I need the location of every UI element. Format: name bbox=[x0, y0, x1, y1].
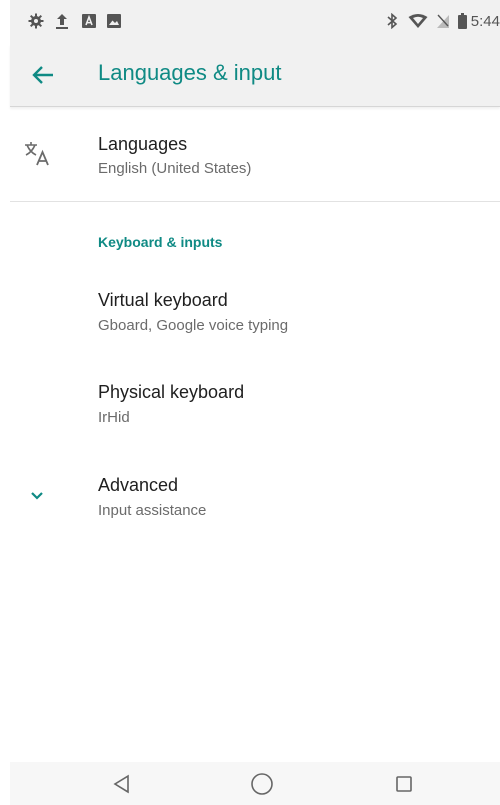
advanced-title: Advanced bbox=[98, 475, 179, 495]
physical-keyboard-title: Physical keyboard bbox=[98, 382, 245, 402]
image-a-icon bbox=[82, 14, 96, 28]
toolbar: Languages & input bbox=[10, 44, 500, 107]
section-header-keyboard-inputs: Keyboard & inputs bbox=[98, 234, 223, 250]
chevron-down-icon bbox=[31, 492, 43, 500]
divider bbox=[10, 201, 500, 202]
physical-keyboard-row[interactable]: Physical keyboard IrHid bbox=[10, 368, 500, 448]
physical-keyboard-subtitle: IrHid bbox=[98, 409, 130, 426]
page-title: Languages & input bbox=[98, 60, 282, 85]
navigation-bar bbox=[10, 762, 500, 805]
advanced-subtitle: Input assistance bbox=[98, 502, 207, 519]
languages-title: Languages bbox=[98, 134, 188, 154]
languages-subtitle: English (United States) bbox=[98, 160, 252, 177]
recents-square-icon[interactable] bbox=[390, 770, 418, 798]
status-bar: 5:44 bbox=[10, 0, 500, 44]
home-circle-icon[interactable] bbox=[248, 770, 276, 798]
status-time: 5:44 bbox=[470, 13, 500, 30]
bluetooth-icon bbox=[387, 13, 398, 29]
signal-icon bbox=[437, 14, 449, 28]
virtual-keyboard-title: Virtual keyboard bbox=[98, 290, 228, 310]
wifi-icon bbox=[408, 14, 428, 28]
languages-row[interactable]: Languages English (United States) bbox=[10, 118, 500, 200]
back-triangle-icon[interactable] bbox=[108, 770, 136, 798]
translate-icon bbox=[25, 142, 49, 166]
back-arrow-icon bbox=[32, 66, 53, 84]
back-button[interactable] bbox=[28, 60, 58, 90]
advanced-row[interactable]: Advanced Input assistance bbox=[10, 461, 500, 541]
virtual-keyboard-row[interactable]: Virtual keyboard Gboard, Google voice ty… bbox=[10, 276, 500, 356]
image-icon bbox=[107, 14, 121, 28]
virtual-keyboard-subtitle: Gboard, Google voice typing bbox=[98, 317, 289, 334]
upload-arrow-icon bbox=[56, 14, 68, 29]
battery-icon bbox=[458, 13, 467, 29]
settings-gear-icon bbox=[28, 13, 44, 29]
